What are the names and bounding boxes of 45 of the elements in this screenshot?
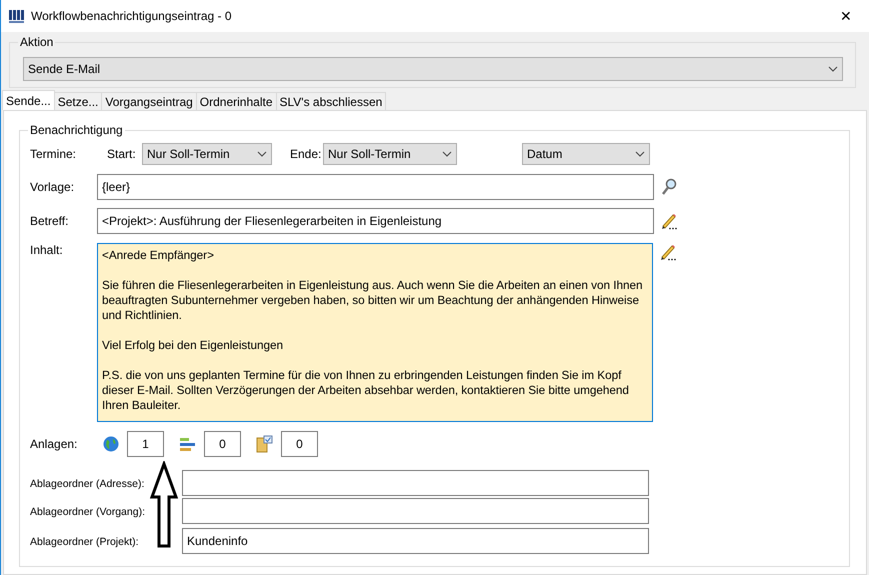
message-paragraph: P.S. die von uns geplanten Termine für die von Ihnen zu erbringenden Leistungen finden Sie im Kopf dieser E-Mail. Sollten Verzögerungen der Arbeiten absehbar werden, kontaktieren Sie bitte umgehend Ihren Bauleiter. (102, 368, 630, 413)
pencil-icon[interactable] (659, 243, 677, 261)
field-label: Start: (107, 147, 137, 161)
folder-icon (256, 435, 273, 453)
field-label: Ablageordner (Adresse): (30, 478, 144, 490)
ende-dropdown[interactable]: Nur Soll-Termin (323, 143, 457, 165)
field-label: Inhalt: (30, 243, 64, 257)
betreff-field[interactable]: <Projekt>: Ausführung der Fliesenlegerarbeiten in Eigenleistung (97, 208, 654, 234)
message-paragraph: <Anrede Empfänger> (102, 248, 215, 263)
count-field[interactable]: 0 (281, 431, 318, 457)
search-icon[interactable] (661, 178, 677, 196)
folder-field[interactable] (182, 498, 649, 524)
field-label: Ende: (290, 147, 322, 161)
start-dropdown[interactable]: Nur Soll-Termin (142, 143, 272, 165)
aktion-dropdown[interactable]: Sende E-Mail (23, 57, 843, 81)
date-format-dropdown[interactable]: Datum (522, 143, 650, 165)
folder-field[interactable] (182, 470, 649, 496)
group-legend: Aktion (18, 35, 56, 49)
folder-field[interactable]: Kundeninfo (182, 528, 649, 554)
message-paragraph: Viel Erfolg bei den Eigenleistungen (102, 338, 284, 353)
field-label: Anlagen: (30, 437, 78, 451)
close-button[interactable]: ✕ (831, 4, 861, 28)
window-title: Workflowbenachrichtigungseintrag - 0 (31, 9, 233, 23)
field-label: Betreff: (30, 214, 70, 228)
field-label: Vorlage: (30, 180, 76, 194)
count-field[interactable]: 0 (204, 431, 241, 457)
tab[interactable]: Vorgangseintrag (101, 92, 197, 110)
caret-icon (257, 151, 267, 157)
field-label: Termine: (30, 147, 78, 161)
app-icon (9, 10, 25, 22)
caret-icon (828, 66, 838, 72)
tab[interactable]: SLV's abschliessen (276, 92, 386, 110)
pencil-icon[interactable] (660, 212, 678, 230)
caret-icon (635, 151, 645, 157)
field-label: Ablageordner (Vorgang): (30, 506, 145, 518)
bars-icon (179, 436, 196, 452)
tab[interactable]: Sende... (2, 90, 55, 110)
message-paragraph: Sie führen die Fliesenlegerarbeiten in Eigenleistung aus. Auch wenn Sie die Arbeiten an einen von Ihnen beauftragten Subunternehmer vergeben haben, so bitten wir um Beachtung der anhängenden Hinweise und Richtlinien. (102, 278, 644, 323)
inhalt-text-area[interactable] (97, 243, 653, 422)
globe-icon (103, 436, 119, 452)
caret-icon (442, 151, 452, 157)
group-legend: Benachrichtigung (28, 123, 125, 137)
vorlage-field[interactable]: {leer} (97, 174, 654, 200)
count-field[interactable]: 1 (127, 431, 164, 457)
field-label: Ablageordner (Projekt): (30, 536, 139, 548)
